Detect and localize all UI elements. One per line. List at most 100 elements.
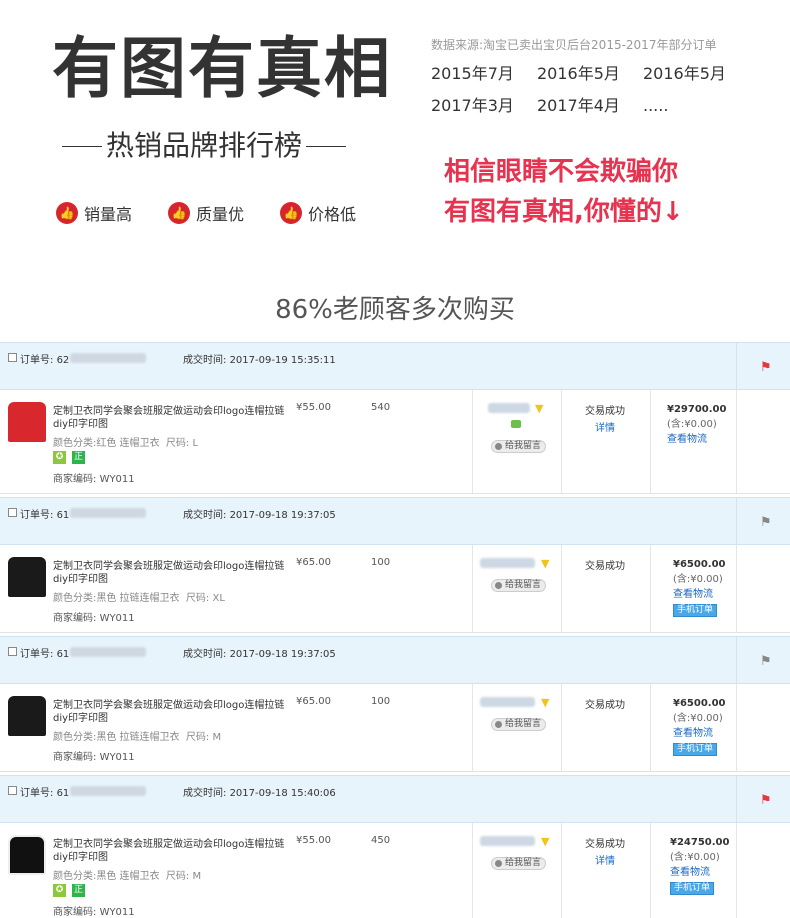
order-checkbox[interactable] (8, 353, 17, 362)
sub-title-text: 热销品牌排行榜 (106, 129, 303, 162)
merchant-code: 商家编码: WY011 (53, 907, 135, 918)
filter-icon[interactable]: ▼ (541, 835, 549, 848)
badge-label: 销量高 (84, 205, 133, 224)
logistics-link[interactable]: 查看物流 (673, 587, 726, 602)
filter-icon[interactable]: ▼ (535, 402, 543, 415)
order-card: 订单号: 61 成交时间: 2017-09-18 15:40:06 ⚑ 定制卫衣… (0, 775, 790, 918)
divider (736, 823, 737, 918)
detail-link[interactable]: 详情 (585, 852, 625, 867)
order-body: 定制卫衣同学会聚会班服定做运动会印logo连帽拉链diy印字印图 颜色分类:黑色… (0, 545, 790, 633)
divider (736, 776, 737, 822)
order-checkbox[interactable] (8, 508, 17, 517)
month-list: 2015年7月 2016年5月 2016年5月 2017年3月 2017年4月 … (431, 62, 751, 118)
order-card: 订单号: 62 成交时间: 2017-09-19 15:35:11 ⚑ 定制卫衣… (0, 342, 790, 494)
month-item: ..... (643, 96, 669, 115)
leave-message-button[interactable]: 给我留言 (491, 440, 547, 453)
divider (472, 545, 473, 632)
slogan-line-2: 有图有真相,你懂的↓ (444, 197, 684, 227)
leave-message-button[interactable]: 给我留言 (491, 579, 547, 592)
product-thumbnail[interactable] (8, 402, 46, 442)
divider (736, 684, 737, 771)
section-title: 86%老顾客多次购买 (275, 295, 515, 325)
buyer-name-blurred[interactable] (480, 558, 535, 568)
merchant-code: 商家编码: WY011 (53, 613, 135, 624)
quantity: 450 (371, 835, 391, 846)
buyer-name-blurred[interactable] (488, 403, 530, 413)
detail-link[interactable]: 详情 (585, 419, 625, 434)
product-thumbnail[interactable] (8, 835, 46, 875)
buyer-name-blurred[interactable] (480, 697, 535, 707)
order-header: 订单号: 61 成交时间: 2017-09-18 15:40:06 ⚑ (0, 775, 790, 823)
divider (650, 545, 651, 632)
unit-price: ¥55.00 (296, 402, 331, 413)
product-tags: ✪ 正 (53, 451, 91, 464)
trade-status: 交易成功 (585, 561, 625, 572)
product-thumbnail[interactable] (8, 696, 46, 736)
message-dot-icon (495, 721, 502, 728)
order-checkbox[interactable] (8, 647, 17, 656)
order-time: 成交时间: 2017-09-19 15:35:11 (183, 355, 336, 366)
order-number-blurred (70, 786, 146, 796)
divider (561, 684, 562, 771)
logistics-link[interactable]: 查看物流 (667, 432, 726, 447)
divider (561, 823, 562, 918)
order-time: 成交时间: 2017-09-18 19:37:05 (183, 649, 336, 660)
data-source: 数据来源:淘宝已卖出宝贝后台2015-2017年部分订单 (431, 38, 717, 52)
logistics-link[interactable]: 查看物流 (670, 865, 729, 880)
flag-icon[interactable]: ⚑ (760, 516, 772, 529)
leave-message-button[interactable]: 给我留言 (491, 857, 547, 870)
logistics-link[interactable]: 查看物流 (673, 726, 726, 741)
merchant-code: 商家编码: WY011 (53, 752, 135, 763)
divider (736, 545, 737, 632)
order-amount: ¥6500.00 (含:¥0.00) 查看物流 手机订单 (673, 696, 726, 756)
flag-icon[interactable]: ⚑ (760, 655, 772, 668)
divider (736, 637, 737, 683)
flag-icon[interactable]: ⚑ (760, 361, 772, 374)
total-amount: ¥29700.00 (667, 404, 727, 415)
buyer-name-blurred[interactable] (480, 836, 535, 846)
order-number: 订单号: 61 (20, 788, 70, 799)
tax-info: (含:¥0.00) (667, 419, 717, 430)
product-name[interactable]: 定制卫衣同学会聚会班服定做运动会印logo连帽拉链diy印字印图 (53, 699, 285, 725)
product-thumbnail[interactable] (8, 557, 46, 597)
slogan-line-1: 相信眼睛不会欺骗你 (444, 157, 679, 187)
product-attrs: 颜色分类:红色 连帽卫衣 尺码: L (53, 438, 199, 449)
leave-message-button[interactable]: 给我留言 (491, 718, 547, 731)
quantity: 540 (371, 402, 391, 413)
message-dot-icon (495, 860, 502, 867)
genuine-tag: 正 (72, 451, 85, 464)
product-name[interactable]: 定制卫衣同学会聚会班服定做运动会印logo连帽拉链diy印字印图 (53, 838, 285, 864)
divider (650, 684, 651, 771)
flag-icon[interactable]: ⚑ (760, 794, 772, 807)
filter-icon[interactable]: ▼ (541, 696, 549, 709)
divider (472, 684, 473, 771)
thumbs-up-icon: 👍 (168, 202, 191, 224)
badge-label: 质量优 (196, 205, 245, 224)
order-amount: ¥6500.00 (含:¥0.00) 查看物流 手机订单 (673, 557, 726, 617)
message-icon[interactable] (511, 420, 521, 428)
feature-badges: 👍 销量高 👍 质量优 👍 价格低 (56, 201, 392, 225)
hero-title: 有图有真相 (52, 30, 392, 107)
month-item: 2016年5月 (643, 64, 726, 83)
filter-icon[interactable]: ▼ (541, 557, 549, 570)
product-attrs: 颜色分类:黑色 连帽卫衣 尺码: M (53, 871, 202, 882)
order-number-blurred (70, 647, 146, 657)
order-checkbox[interactable] (8, 786, 17, 795)
order-amount: ¥29700.00 (含:¥0.00) 查看物流 (667, 402, 726, 447)
right-dash (306, 145, 347, 147)
total-amount: ¥24750.00 (670, 837, 730, 848)
product-attrs: 颜色分类:黑色 拉链连帽卫衣 尺码: M (53, 732, 222, 743)
trade-status: 交易成功 (585, 700, 625, 711)
unit-price: ¥65.00 (296, 696, 331, 707)
divider (472, 823, 473, 918)
divider (736, 390, 737, 493)
product-name[interactable]: 定制卫衣同学会聚会班服定做运动会印logo连帽拉链diy印字印图 (53, 405, 285, 431)
unit-price: ¥55.00 (296, 835, 331, 846)
divider (561, 390, 562, 493)
month-item: 2017年4月 (537, 96, 620, 115)
month-item: 2016年5月 (537, 64, 620, 83)
product-tags: ✪ 正 (53, 884, 91, 897)
product-name[interactable]: 定制卫衣同学会聚会班服定做运动会印logo连帽拉链diy印字印图 (53, 560, 285, 586)
order-card: 订单号: 61 成交时间: 2017-09-18 19:37:05 ⚑ 定制卫衣… (0, 636, 790, 772)
trade-status: 交易成功 详情 (585, 406, 625, 434)
